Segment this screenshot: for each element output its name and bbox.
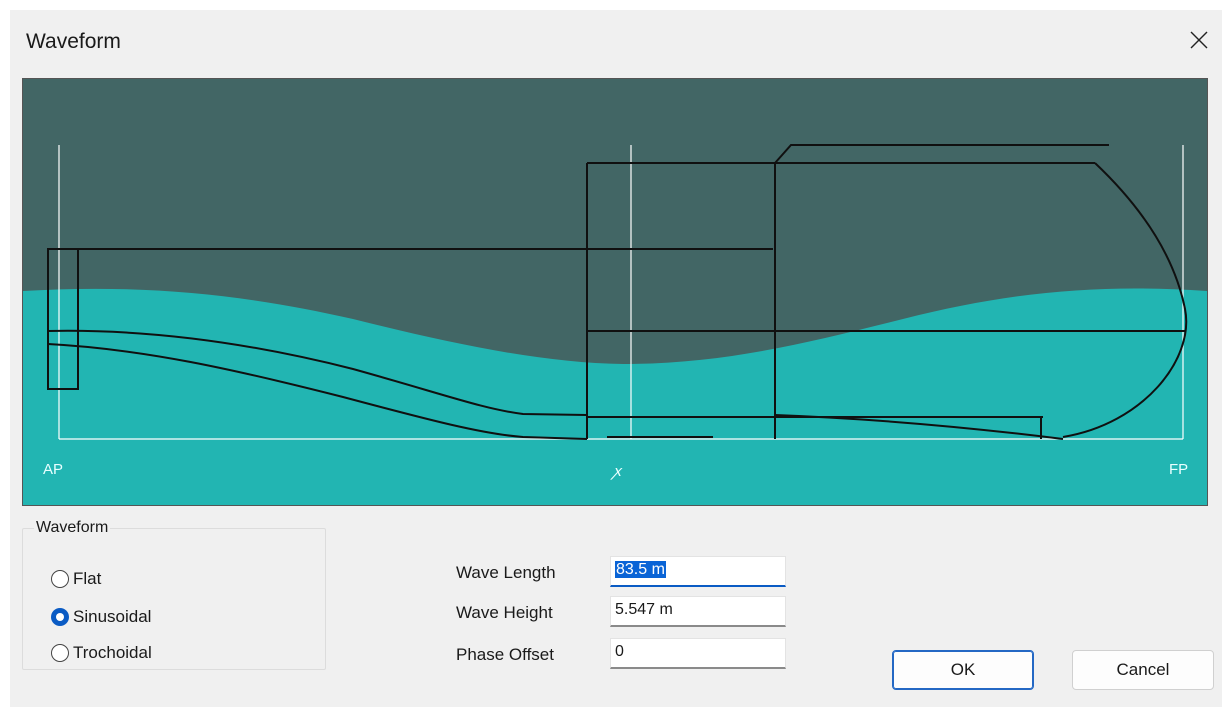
wave-height-value: 5.547 m bbox=[615, 601, 673, 618]
radio-button-checked-icon bbox=[51, 608, 69, 626]
groupbox-legend: Waveform bbox=[34, 519, 111, 537]
ok-button[interactable]: OK bbox=[892, 650, 1034, 690]
wave-height-label: Wave Height bbox=[456, 603, 553, 622]
cancel-button[interactable]: Cancel bbox=[1072, 650, 1214, 690]
close-button[interactable] bbox=[1176, 20, 1222, 60]
wave-length-field[interactable]: 83.5 m bbox=[610, 556, 786, 587]
midship-label: ꭗ bbox=[613, 463, 621, 480]
radio-label: Sinusoidal bbox=[73, 607, 152, 626]
phase-offset-field[interactable]: 0 bbox=[610, 638, 786, 669]
fp-label: FP bbox=[1169, 461, 1189, 478]
radio-button-icon bbox=[51, 644, 69, 662]
radio-label: Flat bbox=[73, 569, 102, 588]
title-bar: Waveform bbox=[10, 10, 1222, 70]
radio-flat[interactable]: Flat bbox=[51, 569, 101, 589]
phase-offset-label: Phase Offset bbox=[456, 645, 554, 664]
dialog-title: Waveform bbox=[26, 30, 121, 53]
waveform-preview: AP ꭗ FP bbox=[22, 78, 1208, 506]
radio-trochoidal[interactable]: Trochoidal bbox=[51, 643, 152, 663]
close-icon bbox=[1190, 31, 1208, 49]
wave-height-field[interactable]: 5.547 m bbox=[610, 596, 786, 627]
radio-button-icon bbox=[51, 570, 69, 588]
wave-length-value: 83.5 m bbox=[615, 561, 666, 578]
phase-offset-value: 0 bbox=[615, 643, 624, 660]
radio-sinusoidal[interactable]: Sinusoidal bbox=[51, 607, 151, 627]
waveform-groupbox: Waveform Flat Sinusoidal Trochoidal bbox=[22, 519, 326, 670]
wave-length-label: Wave Length bbox=[456, 563, 556, 582]
radio-label: Trochoidal bbox=[73, 643, 152, 662]
ap-label: AP bbox=[43, 461, 64, 478]
hull-wave-canvas bbox=[23, 79, 1207, 505]
